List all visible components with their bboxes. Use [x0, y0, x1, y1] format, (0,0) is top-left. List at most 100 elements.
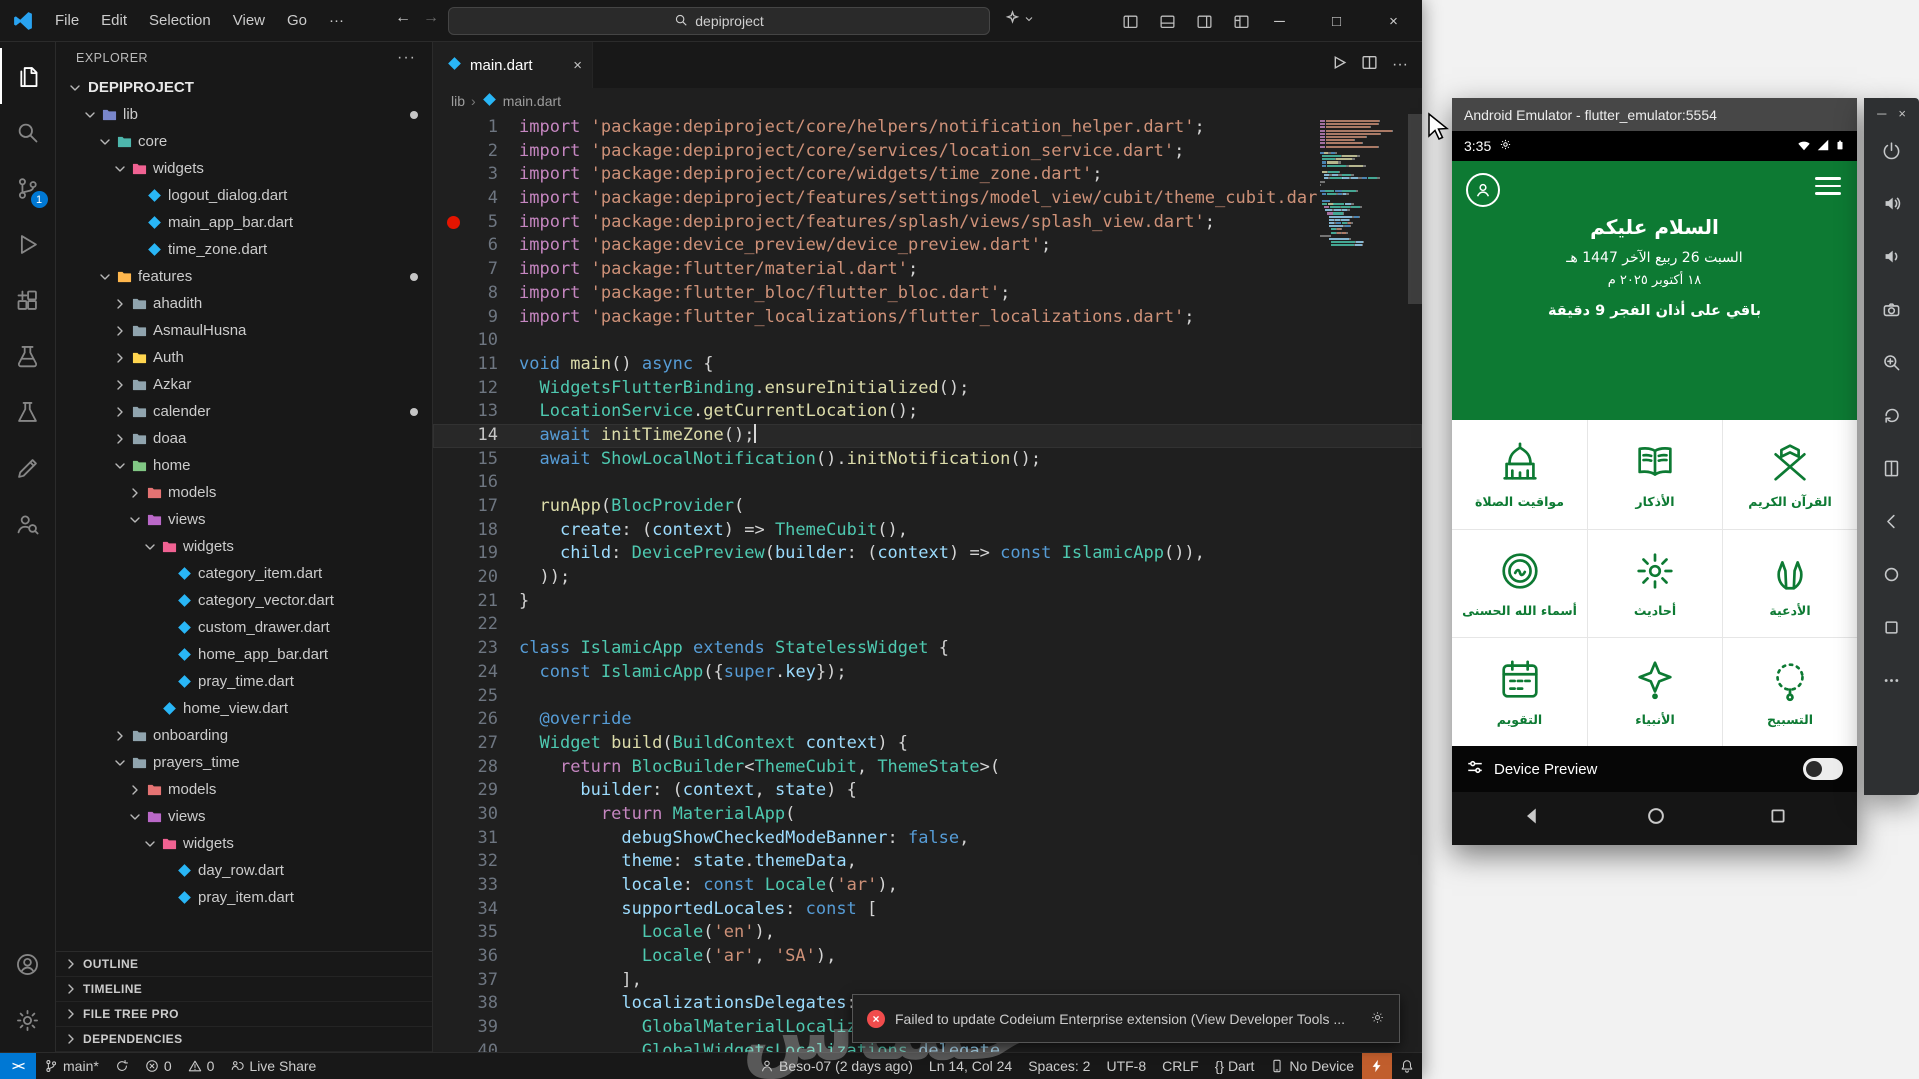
history-back-icon[interactable]: ←	[390, 9, 416, 27]
file-time-zone-dart[interactable]: time_zone.dart	[56, 236, 432, 263]
encoding[interactable]: UTF-8	[1098, 1053, 1154, 1079]
camera-button[interactable]	[1875, 292, 1909, 326]
tune-icon[interactable]	[1466, 758, 1484, 780]
code-line-22[interactable]: 22	[433, 613, 1422, 637]
code-line-16[interactable]: 16	[433, 471, 1422, 495]
tab-close-icon[interactable]: ×	[573, 57, 582, 74]
code-line-27[interactable]: 27 Widget build(BuildContext context) {	[433, 732, 1422, 756]
extensions-icon[interactable]	[0, 272, 56, 328]
breadcrumb-item[interactable]: main.dart	[503, 93, 561, 109]
minimize-button[interactable]: ─	[1251, 0, 1308, 42]
toggle-secondary-sidebar-icon[interactable]	[1190, 7, 1218, 35]
flutter-action[interactable]	[1362, 1053, 1392, 1079]
toggle-panel-icon[interactable]	[1153, 7, 1181, 35]
code-line-33[interactable]: 33 locale: const Locale('ar'),	[433, 874, 1422, 898]
code-line-32[interactable]: 32 theme: state.themeData,	[433, 850, 1422, 874]
code-line-29[interactable]: 29 builder: (context, state) {	[433, 779, 1422, 803]
folder-doaa[interactable]: doaa	[56, 425, 432, 452]
folder-azkar[interactable]: Azkar	[56, 371, 432, 398]
folder-widgets[interactable]: widgets	[56, 533, 432, 560]
section-file-tree-pro[interactable]: FILE TREE PRO	[56, 1002, 432, 1027]
folder-auth[interactable]: Auth	[56, 344, 432, 371]
menu-edit[interactable]: Edit	[90, 6, 138, 36]
folder-views[interactable]: views	[56, 803, 432, 830]
code-line-18[interactable]: 18 create: (context) => ThemeCubit(),	[433, 519, 1422, 543]
folder-models[interactable]: models	[56, 479, 432, 506]
flask-icon[interactable]	[0, 384, 56, 440]
code-line-31[interactable]: 31 debugShowCheckedModeBanner: false,	[433, 827, 1422, 851]
app-quran[interactable]: القرآن الكريم	[1722, 420, 1857, 529]
live-share[interactable]: Live Share	[222, 1053, 324, 1079]
edit-icon[interactable]	[0, 440, 56, 496]
nav-home-button[interactable]	[1646, 806, 1666, 831]
search-icon[interactable]	[0, 104, 56, 160]
folder-features[interactable]: features	[56, 263, 432, 290]
code-line-34[interactable]: 34 supportedLocales: const [	[433, 898, 1422, 922]
fold-button[interactable]	[1875, 451, 1909, 485]
testing-icon[interactable]	[0, 328, 56, 384]
code-line-9[interactable]: 9import 'package:flutter_localizations/f…	[433, 306, 1422, 330]
volume-up-button[interactable]	[1875, 186, 1909, 220]
file-category-item-dart[interactable]: category_item.dart	[56, 560, 432, 587]
explorer-icon[interactable]	[0, 48, 56, 104]
file-category-vector-dart[interactable]: category_vector.dart	[56, 587, 432, 614]
app-anbiya[interactable]: الأنبياء	[1587, 637, 1722, 746]
app-mosque[interactable]: مواقيت الصلاة	[1452, 420, 1587, 529]
code-line-7[interactable]: 7import 'package:flutter/material.dart';	[433, 258, 1422, 282]
history-forward-icon[interactable]: →	[418, 9, 444, 27]
back-button[interactable]	[1875, 504, 1909, 538]
flutter-device[interactable]: No Device	[1262, 1053, 1362, 1079]
code-line-23[interactable]: 23class IslamicApp extends StatelessWidg…	[433, 637, 1422, 661]
split-editor-icon[interactable]	[1361, 54, 1378, 76]
notification-settings-icon[interactable]	[1370, 1010, 1385, 1028]
user-search-icon[interactable]	[0, 496, 56, 552]
code-line-24[interactable]: 24 const IslamicApp({super.key});	[433, 661, 1422, 685]
rotate-button[interactable]	[1875, 398, 1909, 432]
code-line-20[interactable]: 20 ));	[433, 566, 1422, 590]
problems-warnings[interactable]: 0	[180, 1053, 223, 1079]
code-line-19[interactable]: 19 child: DevicePreview(builder: (contex…	[433, 542, 1422, 566]
tab-main-dart[interactable]: main.dart ×	[433, 42, 593, 88]
file-main-app-bar-dart[interactable]: main_app_bar.dart	[56, 209, 432, 236]
folder-calender[interactable]: calender	[56, 398, 432, 425]
folder-home[interactable]: home	[56, 452, 432, 479]
file-pray-time-dart[interactable]: pray_time.dart	[56, 668, 432, 695]
language-mode[interactable]: {} Dart	[1207, 1053, 1263, 1079]
nav-overview-button[interactable]	[1769, 807, 1787, 830]
code-line-1[interactable]: 1import 'package:depiproject/core/helper…	[433, 116, 1422, 140]
app-ahadith[interactable]: أحاديث	[1587, 529, 1722, 638]
sync-button[interactable]	[107, 1053, 137, 1079]
remote-indicator[interactable]: ><	[0, 1053, 36, 1079]
code-line-14[interactable]: 14 await initTimeZone();	[433, 424, 1422, 448]
code-line-10[interactable]: 10	[433, 329, 1422, 353]
settings-icon[interactable]	[0, 992, 56, 1048]
close-button[interactable]: ×	[1365, 0, 1422, 42]
folder-views[interactable]: views	[56, 506, 432, 533]
explorer-actions-icon[interactable]: ···	[397, 49, 416, 67]
home-button[interactable]	[1875, 557, 1909, 591]
code-line-37[interactable]: 37 ],	[433, 969, 1422, 993]
folder-widgets[interactable]: widgets	[56, 155, 432, 182]
code-line-8[interactable]: 8import 'package:flutter_bloc/flutter_bl…	[433, 282, 1422, 306]
code-line-11[interactable]: 11void main() async {	[433, 353, 1422, 377]
power-button[interactable]	[1875, 133, 1909, 167]
copilot-icon[interactable]	[1004, 10, 1035, 27]
file-day-row-dart[interactable]: day_row.dart	[56, 857, 432, 884]
code-line-6[interactable]: 6import 'package:device_preview/device_p…	[433, 234, 1422, 258]
cursor-position[interactable]: Ln 14, Col 24	[921, 1053, 1020, 1079]
app-calendar[interactable]: التقويم	[1452, 637, 1587, 746]
source-control-icon[interactable]: 1	[0, 160, 56, 216]
code-area[interactable]: 1import 'package:depiproject/core/helper…	[433, 114, 1422, 1052]
code-line-2[interactable]: 2import 'package:depiproject/core/servic…	[433, 140, 1422, 164]
folder-depiproject[interactable]: DEPIPROJECT	[56, 74, 432, 101]
menu-selection[interactable]: Selection	[138, 6, 222, 36]
menu-go[interactable]: Go	[276, 6, 318, 36]
minimap[interactable]	[1318, 118, 1406, 254]
menu-overflow-icon[interactable]: ···	[318, 6, 355, 36]
problems-errors[interactable]: 0	[137, 1053, 180, 1079]
file-home-app-bar-dart[interactable]: home_app_bar.dart	[56, 641, 432, 668]
command-center-search[interactable]: depiproject	[448, 7, 990, 35]
menu-file[interactable]: File	[44, 6, 90, 36]
notifications-bell[interactable]	[1392, 1053, 1422, 1079]
breadcrumb-item[interactable]: lib	[451, 93, 465, 109]
